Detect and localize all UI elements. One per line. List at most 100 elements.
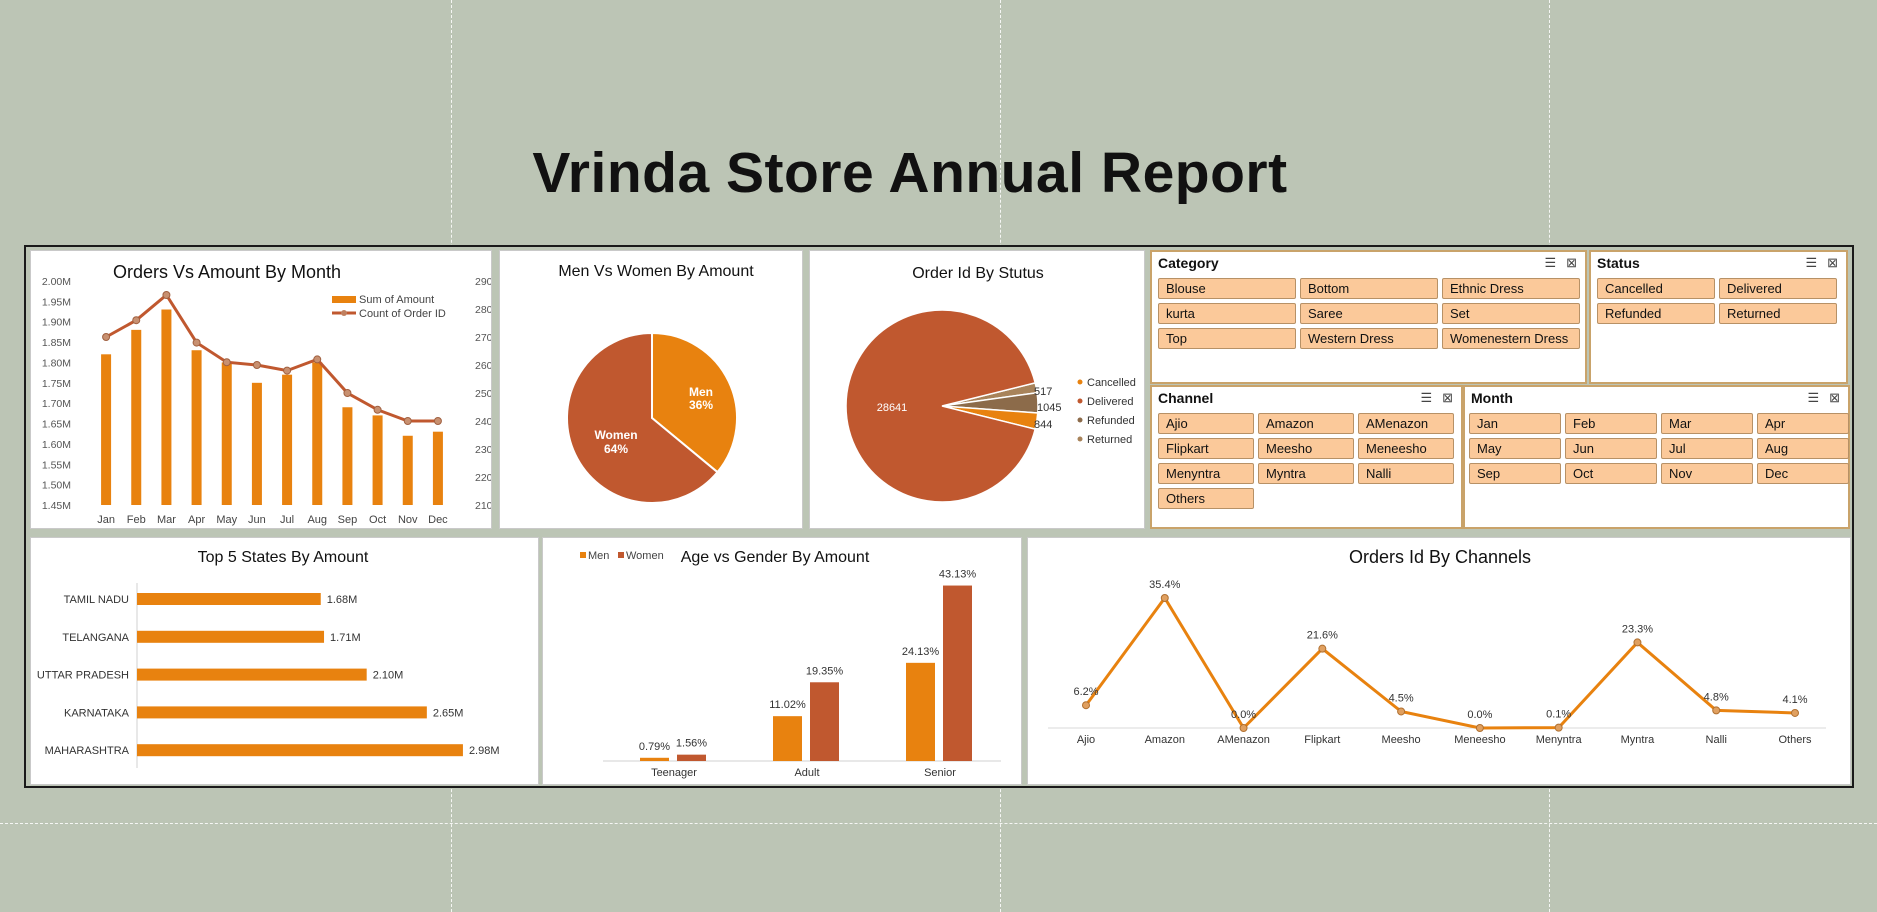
slicer-item-kurta[interactable]: kurta: [1158, 303, 1296, 324]
slicer-item-oct[interactable]: Oct: [1565, 463, 1657, 484]
slicer-item-nov[interactable]: Nov: [1661, 463, 1753, 484]
slicer-item-meesho[interactable]: Meesho: [1258, 438, 1354, 459]
slicer-item-sep[interactable]: Sep: [1469, 463, 1561, 484]
slicer-item-others[interactable]: Others: [1158, 488, 1254, 509]
clear-filter-icon[interactable]: ⊠: [1829, 390, 1840, 405]
slicer-item-mar[interactable]: Mar: [1661, 413, 1753, 434]
slicer-item-womenestern-dress[interactable]: Womenestern Dress: [1442, 328, 1580, 349]
slicer-item-saree[interactable]: Saree: [1300, 303, 1438, 324]
category-slicer[interactable]: Category ☰ ⊠ Blouse Bottom Ethnic Dress kurt…: [1150, 250, 1587, 384]
order-count-point: [283, 366, 292, 375]
channel-point: [1318, 644, 1327, 653]
slicer-item-jul[interactable]: Jul: [1661, 438, 1753, 459]
state-value-label: 2.98M: [469, 745, 500, 757]
slicer-item-myntra[interactable]: Myntra: [1258, 463, 1354, 484]
pie-label-returned: 517: [1034, 386, 1052, 398]
chart-title: Orders Vs Amount By Month: [113, 262, 341, 282]
right-axis-tick: 2800: [475, 304, 492, 316]
slicer-item-apr[interactable]: Apr: [1757, 413, 1849, 434]
slicer-item-meneesho[interactable]: Meneesho: [1358, 438, 1454, 459]
age-value-label: 19.35%: [806, 665, 844, 677]
channels-chart[interactable]: Orders Id By Channels 6.2% Ajio 35.4% Amazo…: [1027, 537, 1851, 785]
men-vs-women-chart[interactable]: Men Vs Women By Amount Men 36% Women 64%: [499, 250, 803, 529]
dashboard-frame: Orders Vs Amount By Month Sum of Amount …: [24, 245, 1854, 788]
slicer-item-delivered[interactable]: Delivered: [1719, 278, 1837, 299]
slicer-item-jun[interactable]: Jun: [1565, 438, 1657, 459]
amount-bar: [372, 415, 383, 505]
slicer-item-blouse[interactable]: Blouse: [1158, 278, 1296, 299]
amount-bar: [221, 362, 232, 505]
left-axis-tick: 1.80M: [42, 357, 71, 369]
slicer-item-returned[interactable]: Returned: [1719, 303, 1837, 324]
slicer-item-refunded[interactable]: Refunded: [1597, 303, 1715, 324]
slicer-item-may[interactable]: May: [1469, 438, 1561, 459]
multi-select-icon[interactable]: ☰: [1420, 390, 1432, 405]
legend-label: Cancelled: [1087, 377, 1136, 389]
channel-line: [1084, 595, 1796, 731]
clear-filter-icon[interactable]: ⊠: [1827, 255, 1838, 270]
state-label: TELANGANA: [62, 632, 129, 644]
slicer-title: Category: [1158, 255, 1219, 271]
order-count-point: [102, 333, 111, 341]
x-axis-tick: Sep: [338, 514, 358, 526]
age-bar-women: [810, 682, 839, 761]
slicer-item-aug[interactable]: Aug: [1757, 438, 1849, 459]
x-axis-tick: Senior: [924, 767, 956, 779]
age-bar-men: [773, 716, 802, 761]
legend-label-amount: Sum of Amount: [359, 294, 434, 306]
slicer-item-amazon[interactable]: Amazon: [1258, 413, 1354, 434]
multi-select-icon[interactable]: ☰: [1544, 255, 1556, 270]
slicer-item-menyntra[interactable]: Menyntra: [1158, 463, 1254, 484]
state-value-label: 2.10M: [373, 670, 404, 682]
x-axis-tick: Dec: [428, 514, 448, 526]
left-axis-tick: 1.75M: [42, 378, 71, 390]
slicer-item-set[interactable]: Set: [1442, 303, 1580, 324]
slicer-item-feb[interactable]: Feb: [1565, 413, 1657, 434]
amount-bar: [191, 350, 202, 505]
x-axis-tick: Others: [1778, 734, 1812, 746]
x-axis-tick: Ajio: [1077, 734, 1095, 746]
channel-value-label: 21.6%: [1307, 630, 1338, 642]
channel-slicer[interactable]: Channel ☰ ⊠ Ajio Amazon AMenazon Flipkart Mee…: [1150, 385, 1463, 529]
pie-label-women-pct: 64%: [604, 442, 628, 456]
slicer-item-nalli[interactable]: Nalli: [1358, 463, 1454, 484]
multi-select-icon[interactable]: ☰: [1805, 255, 1817, 270]
channel-point: [1082, 701, 1090, 710]
left-axis-tick: 1.90M: [42, 317, 71, 329]
channel-value-label: 6.2%: [1073, 686, 1098, 698]
legend-label-women: Women: [626, 550, 664, 562]
age-bar-women: [677, 754, 706, 761]
order-status-chart[interactable]: Order Id By Stutus 28641 517 1045 844 Ca…: [809, 250, 1145, 529]
age-value-label: 43.13%: [939, 569, 977, 581]
slicer-item-ajio[interactable]: Ajio: [1158, 413, 1254, 434]
slicer-item-flipkart[interactable]: Flipkart: [1158, 438, 1254, 459]
order-count-point: [343, 389, 352, 397]
left-axis-tick: 1.50M: [42, 480, 71, 492]
x-axis-tick: Aug: [307, 514, 327, 526]
month-slicer[interactable]: Month ☰ ⊠ Jan Feb Mar Apr May Jun Jul Aug Sep Oct N…: [1463, 385, 1850, 529]
slicer-item-dec[interactable]: Dec: [1757, 463, 1849, 484]
x-axis-tick: Meesho: [1382, 734, 1421, 746]
channel-point: [1397, 707, 1406, 716]
clear-filter-icon[interactable]: ⊠: [1442, 390, 1453, 405]
orders-vs-amount-chart[interactable]: Orders Vs Amount By Month Sum of Amount …: [30, 250, 492, 529]
slicer-item-western-dress[interactable]: Western Dress: [1300, 328, 1438, 349]
right-axis-tick: 2400: [475, 416, 492, 428]
slicer-item-ethnic-dress[interactable]: Ethnic Dress: [1442, 278, 1580, 299]
status-slicer[interactable]: Status ☰ ⊠ Cancelled Delivered Refunded Retu…: [1589, 250, 1848, 384]
age-gender-svg: Age vs Gender By Amount Men Women 0.79% 1…: [580, 549, 1001, 779]
slicer-item-cancelled[interactable]: Cancelled: [1597, 278, 1715, 299]
channel-point: [1791, 708, 1799, 717]
age-gender-chart[interactable]: Age vs Gender By Amount Men Women 0.79% 1…: [542, 537, 1022, 785]
slicer-item-amenazon[interactable]: AMenazon: [1358, 413, 1454, 434]
clear-filter-icon[interactable]: ⊠: [1566, 255, 1577, 270]
slicer-item-bottom[interactable]: Bottom: [1300, 278, 1438, 299]
order-count-point: [162, 291, 171, 299]
slicer-item-top[interactable]: Top: [1158, 328, 1296, 349]
pie-label-cancelled: 844: [1034, 419, 1052, 431]
top-states-chart[interactable]: Top 5 States By Amount TAMIL NADU 1.68M TE…: [30, 537, 539, 785]
channel-value-label: 0.1%: [1546, 709, 1571, 721]
slicer-item-jan[interactable]: Jan: [1469, 413, 1561, 434]
channel-point: [1475, 724, 1484, 732]
multi-select-icon[interactable]: ☰: [1807, 390, 1819, 405]
